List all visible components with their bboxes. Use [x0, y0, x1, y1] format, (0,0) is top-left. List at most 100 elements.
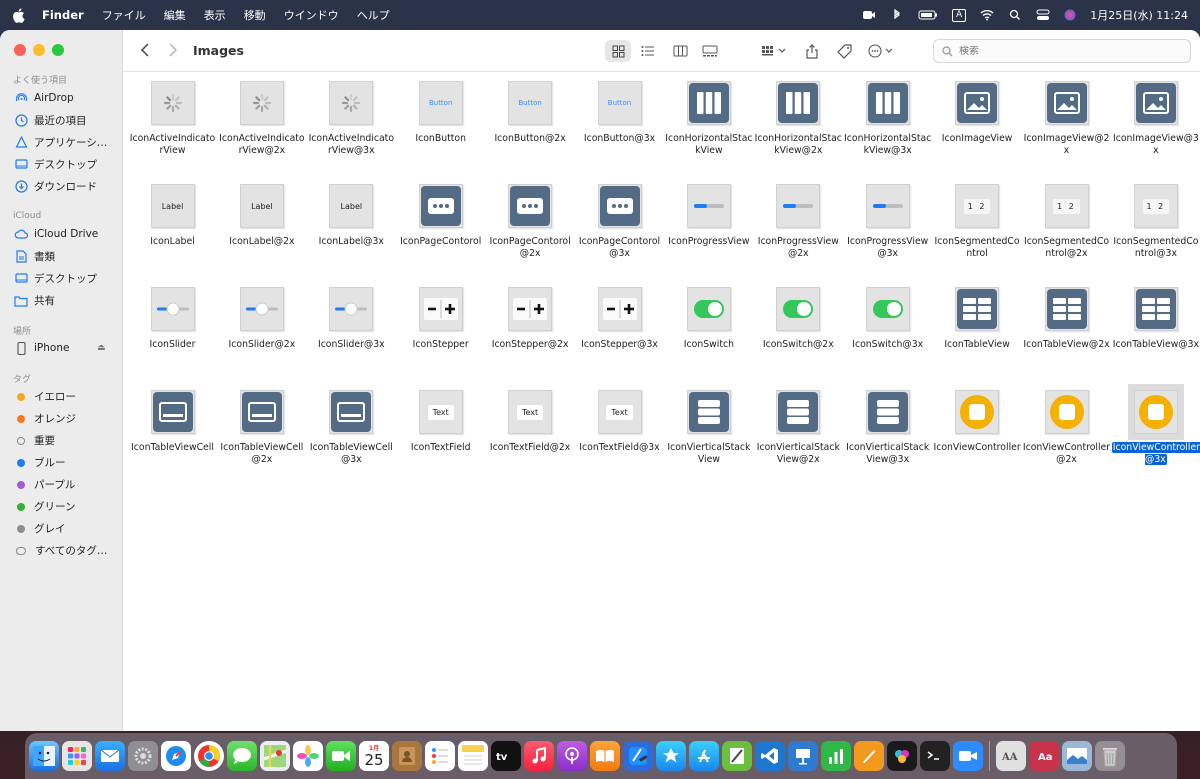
file-item[interactable]: IconSwitch@3x	[843, 287, 932, 351]
file-thumbnail[interactable]: Text	[508, 390, 553, 434]
file-name-label[interactable]: IconTextField@2x	[486, 442, 575, 454]
screen-record-icon[interactable]	[862, 9, 876, 21]
file-name-label[interactable]: IconVierticalStackView	[664, 442, 753, 466]
file-thumbnail[interactable]	[239, 81, 284, 125]
file-item[interactable]: IconTableView@3x	[1111, 287, 1200, 351]
file-item[interactable]: IconPageContorol@3x	[575, 184, 664, 260]
file-thumbnail[interactable]	[329, 287, 374, 331]
file-item[interactable]: IconProgressView@2x	[754, 184, 843, 260]
eject-icon[interactable]: ⏏	[97, 343, 106, 353]
file-item[interactable]: Button IconButton@2x	[486, 81, 575, 145]
file-item[interactable]: IconSlider@3x	[307, 287, 396, 351]
menu-view[interactable]: 表示	[204, 7, 226, 23]
file-item[interactable]: IconActiveIndicatorView@3x	[307, 81, 396, 157]
file-item[interactable]: IconSwitch@2x	[754, 287, 843, 351]
sidebar-item-iphone[interactable]: iPhone	[14, 341, 69, 355]
file-thumbnail[interactable]: Text	[418, 390, 463, 434]
file-name-label[interactable]: IconLabel@3x	[307, 236, 396, 248]
dock-books-icon[interactable]	[590, 741, 620, 771]
file-thumbnail[interactable]	[150, 390, 195, 434]
file-thumbnail[interactable]	[508, 287, 553, 331]
search-input[interactable]	[959, 45, 1179, 57]
file-thumbnail[interactable]	[955, 81, 1000, 125]
file-thumbnail[interactable]: Button	[418, 81, 463, 125]
file-thumbnail[interactable]	[150, 287, 195, 331]
dock-calendar-icon[interactable]: 1月 25	[359, 741, 389, 771]
file-item[interactable]: Label IconLabel	[128, 184, 217, 248]
file-item[interactable]: IconHorizontalStackView@3x	[843, 81, 932, 157]
file-thumbnail[interactable]	[955, 287, 1000, 331]
sidebar-tag-blue[interactable]: ブルー	[14, 455, 66, 470]
sidebar-item-applications[interactable]: アプリケーシ…	[14, 135, 107, 150]
dock-system-settings-icon[interactable]	[128, 741, 158, 771]
file-thumbnail[interactable]	[776, 184, 821, 228]
bluetooth-icon[interactable]	[890, 9, 904, 21]
app-menu-finder[interactable]: Finder	[42, 8, 84, 22]
file-name-label[interactable]: IconVierticalStackView@2x	[754, 442, 843, 466]
dock-finder-icon[interactable]	[29, 741, 59, 771]
column-view-button[interactable]	[667, 40, 693, 62]
sidebar-item-shared[interactable]: 共有	[14, 293, 55, 308]
file-thumbnail[interactable]	[329, 390, 374, 434]
file-item[interactable]: IconStepper@3x	[575, 287, 664, 351]
file-thumbnail[interactable]	[686, 390, 731, 434]
sidebar-all-tags[interactable]: すべてのタグ…	[14, 543, 107, 558]
action-menu-button[interactable]	[867, 40, 897, 62]
share-button[interactable]	[803, 40, 821, 62]
file-item[interactable]: IconPageContorol	[396, 184, 485, 248]
dock-trash-icon[interactable]	[1095, 741, 1125, 771]
dock-dictionary-icon[interactable]: Aa	[1029, 741, 1059, 771]
file-thumbnail[interactable]	[776, 287, 821, 331]
icon-view-button[interactable]	[605, 40, 631, 62]
menu-go[interactable]: 移動	[244, 7, 266, 23]
file-item[interactable]: IconPageContorol@2x	[486, 184, 575, 260]
file-name-label[interactable]: IconActiveIndicatorView@2x	[217, 133, 306, 157]
file-thumbnail[interactable]	[418, 184, 463, 228]
dock-photos-icon[interactable]	[293, 741, 323, 771]
file-item[interactable]: IconStepper	[396, 287, 485, 351]
file-item[interactable]: IconVierticalStackView@2x	[754, 390, 843, 466]
file-name-label[interactable]: IconSlider@3x	[307, 339, 396, 351]
file-thumbnail[interactable]	[686, 287, 731, 331]
sidebar-tag-gray[interactable]: グレイ	[14, 521, 66, 536]
file-thumbnail[interactable]: Label	[150, 184, 195, 228]
file-name-label[interactable]: IconViewController@2x	[1022, 442, 1111, 466]
file-name-label[interactable]: IconProgressView@2x	[754, 236, 843, 260]
file-name-label[interactable]: IconImageView@3x	[1111, 133, 1200, 157]
file-name-label[interactable]: IconProgressView	[664, 236, 753, 248]
file-thumbnail[interactable]	[955, 390, 1000, 434]
dock-notes-icon[interactable]	[458, 741, 488, 771]
file-thumbnail[interactable]: 1 2	[1133, 184, 1178, 228]
file-item[interactable]: IconTableViewCell@2x	[217, 390, 306, 466]
file-item[interactable]: Button IconButton@3x	[575, 81, 664, 145]
file-thumbnail[interactable]	[776, 81, 821, 125]
sidebar-item-icloud-drive[interactable]: iCloud Drive	[14, 227, 98, 241]
file-name-label[interactable]: IconTableViewCell	[128, 442, 217, 454]
file-name-label[interactable]: IconSwitch@2x	[754, 339, 843, 351]
menu-window[interactable]: ウインドウ	[284, 7, 339, 23]
dock-podcasts-icon[interactable]	[557, 741, 587, 771]
zoom-button[interactable]	[52, 44, 64, 56]
tag-button[interactable]	[835, 40, 853, 62]
dock-keynote-icon[interactable]	[788, 741, 818, 771]
file-thumbnail[interactable]: 1 2	[1044, 184, 1089, 228]
file-item[interactable]: IconVierticalStackView@3x	[843, 390, 932, 466]
clock[interactable]: 1月25日(水) 11:24	[1090, 7, 1188, 23]
file-item[interactable]: 1 2 IconSegmentedControl	[933, 184, 1022, 260]
file-name-label[interactable]: IconSwitch@3x	[843, 339, 932, 351]
menu-help[interactable]: ヘルプ	[357, 7, 390, 23]
file-name-label[interactable]: IconVierticalStackView@3x	[843, 442, 932, 466]
file-name-label[interactable]: IconPageContorol@2x	[486, 236, 575, 260]
file-name-label[interactable]: IconSegmentedControl	[933, 236, 1022, 260]
file-item[interactable]: IconViewController@2x	[1022, 390, 1111, 466]
file-thumbnail[interactable]	[239, 390, 284, 434]
file-item[interactable]: IconTableView@2x	[1022, 287, 1111, 351]
spotlight-icon[interactable]	[1008, 9, 1022, 21]
menu-file[interactable]: ファイル	[102, 7, 146, 23]
file-thumbnail[interactable]	[597, 184, 642, 228]
dock-reminders-icon[interactable]	[425, 741, 455, 771]
file-name-label[interactable]: IconSegmentedControl@3x	[1111, 236, 1200, 260]
dock-beta-app-icon[interactable]	[887, 741, 917, 771]
file-item[interactable]: IconImageView@3x	[1111, 81, 1200, 157]
file-item[interactable]: Button IconButton	[396, 81, 485, 145]
